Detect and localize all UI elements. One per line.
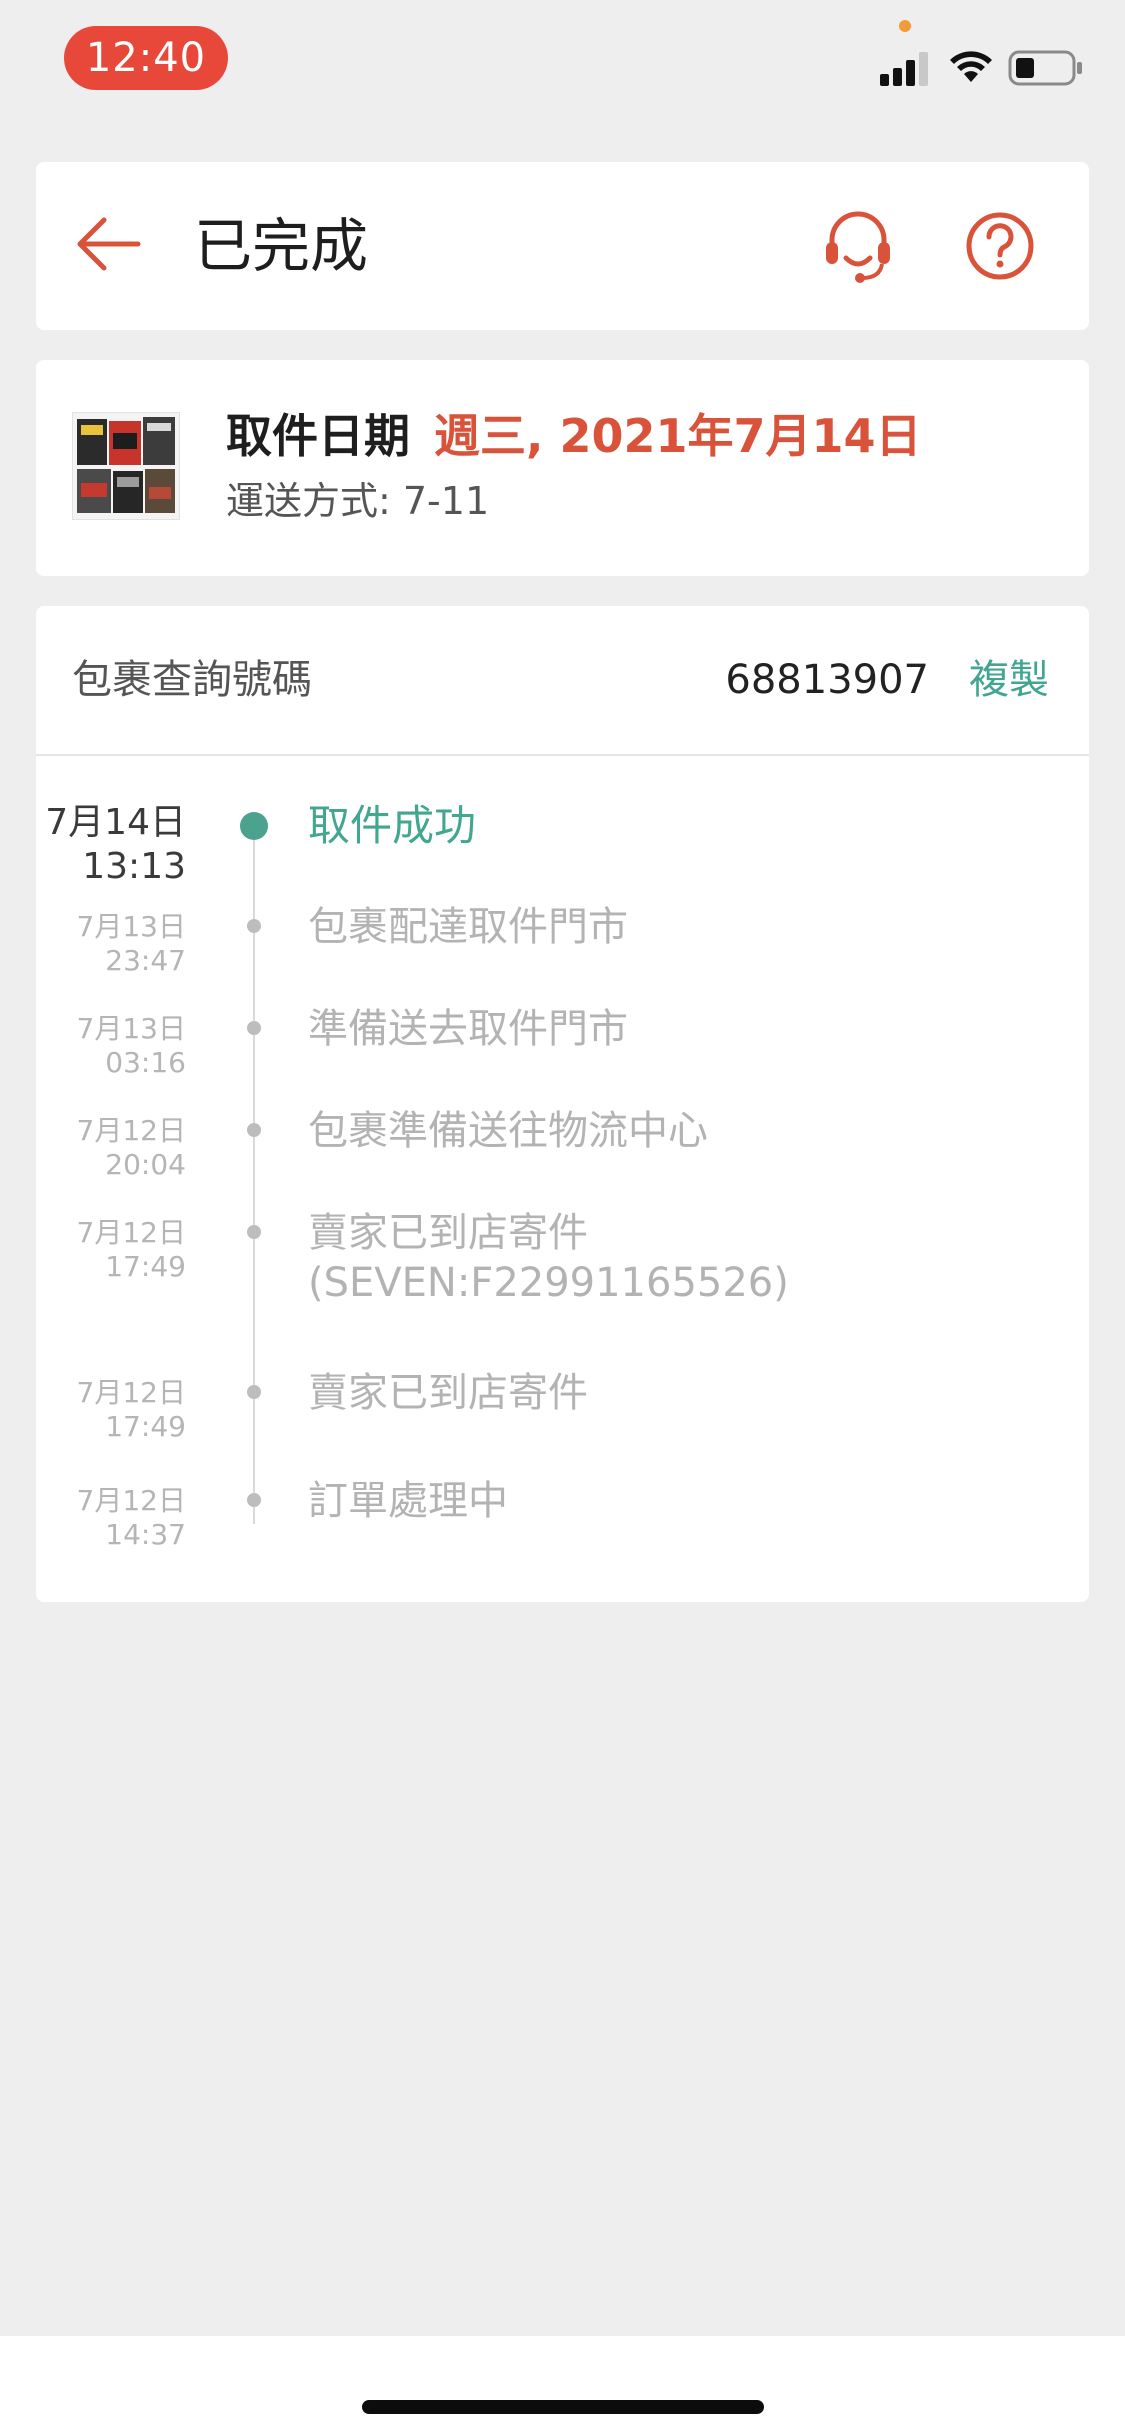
help-question-icon[interactable] bbox=[964, 210, 1036, 282]
copy-button[interactable]: 複製 bbox=[969, 650, 1049, 710]
timeline-dot-active bbox=[240, 812, 268, 840]
battery-icon bbox=[1008, 50, 1082, 86]
event-date: 7月12日 bbox=[76, 1114, 186, 1147]
pickup-date-value: 週三, 2021年7月14日 bbox=[434, 409, 922, 463]
timeline-dot bbox=[247, 1493, 261, 1507]
book-covers-image bbox=[73, 413, 179, 519]
event-time: 03:16 bbox=[105, 1046, 186, 1079]
page-title: 已完成 bbox=[194, 212, 369, 280]
pickup-date-label: 取件日期 bbox=[226, 409, 410, 463]
event-time: 17:49 bbox=[105, 1250, 186, 1283]
event-description: 取件成功 bbox=[308, 801, 477, 850]
tracking-number-row: 包裹查詢號碼 68813907 複製 bbox=[36, 606, 1089, 756]
timeline-dot bbox=[247, 1123, 261, 1137]
header-bar: 已完成 bbox=[36, 162, 1089, 330]
event-time: 20:04 bbox=[105, 1148, 186, 1181]
tracking-number-label: 包裹查詢號碼 bbox=[72, 657, 312, 703]
product-thumbnail bbox=[72, 412, 180, 520]
event-description-detail: (SEVEN:F22991165526) bbox=[308, 1260, 789, 1306]
event-description: 準備送去取件門市 bbox=[308, 1006, 628, 1052]
event-description: 包裹配達取件門市 bbox=[308, 904, 628, 950]
event-time: 14:37 bbox=[105, 1518, 186, 1551]
event-time: 13:13 bbox=[82, 846, 186, 887]
event-date: 7月13日 bbox=[76, 910, 186, 943]
event-description: 賣家已到店寄件 bbox=[308, 1210, 588, 1256]
wifi-icon bbox=[950, 51, 992, 82]
timeline-dot bbox=[247, 1021, 261, 1035]
home-indicator-bar[interactable] bbox=[362, 2400, 764, 2414]
status-bar: 12:40 bbox=[0, 0, 1125, 132]
timeline-dot bbox=[247, 1225, 261, 1239]
tracking-number-value: 68813907 bbox=[725, 657, 929, 703]
event-date: 7月14日 bbox=[45, 802, 186, 843]
tracking-card: 包裹查詢號碼 68813907 複製 7月14日 13:13 取件成功 7月13… bbox=[36, 606, 1089, 1602]
timeline-dot bbox=[247, 919, 261, 933]
event-date: 7月12日 bbox=[76, 1484, 186, 1517]
event-description: 包裹準備送往物流中心 bbox=[308, 1108, 708, 1154]
shipping-method: 運送方式: 7-11 bbox=[226, 479, 490, 523]
event-description: 賣家已到店寄件 bbox=[308, 1370, 588, 1416]
event-time: 23:47 bbox=[105, 944, 186, 977]
bottom-safe-area bbox=[0, 2336, 1125, 2436]
timeline-line bbox=[253, 832, 255, 1524]
customer-service-headset-icon[interactable] bbox=[822, 208, 894, 284]
status-time[interactable]: 12:40 bbox=[64, 26, 228, 90]
event-date: 7月12日 bbox=[76, 1376, 186, 1409]
privacy-indicator-dot bbox=[899, 20, 911, 32]
timeline-dot bbox=[247, 1385, 261, 1399]
back-arrow-icon[interactable] bbox=[76, 214, 142, 274]
pickup-info-card[interactable]: 取件日期 週三, 2021年7月14日 運送方式: 7-11 bbox=[36, 360, 1089, 576]
event-date: 7月12日 bbox=[76, 1216, 186, 1249]
event-time: 17:49 bbox=[105, 1410, 186, 1443]
cellular-signal-icon bbox=[880, 52, 928, 86]
event-date: 7月13日 bbox=[76, 1012, 186, 1045]
event-description: 訂單處理中 bbox=[308, 1478, 508, 1524]
